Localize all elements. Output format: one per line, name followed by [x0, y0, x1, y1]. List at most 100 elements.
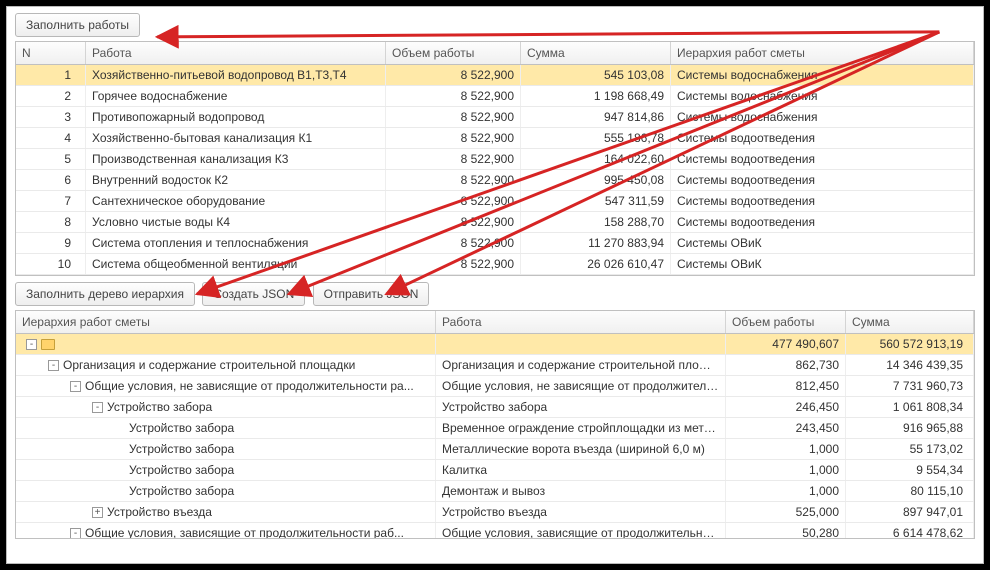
cell-n: 8 — [16, 212, 86, 232]
cell-hier: Системы водоснабжения — [671, 107, 974, 127]
send-json-button[interactable]: Отправить JSON — [313, 282, 430, 306]
tree-cell-work — [436, 334, 726, 354]
cell-work: Горячее водоснабжение — [86, 86, 386, 106]
cell-work: Система отопления и теплоснабжения — [86, 233, 386, 253]
table-row[interactable]: 1Хозяйственно-питьевой водопровод В1,Т3,… — [16, 65, 974, 86]
tree-cell-hier: -Устройство забора — [16, 397, 436, 417]
tree-grid: Иерархия работ сметы Работа Объем работы… — [15, 310, 975, 539]
cell-volume: 8 522,900 — [386, 149, 521, 169]
table-row[interactable]: 3Противопожарный водопровод8 522,900947 … — [16, 107, 974, 128]
cell-n: 6 — [16, 170, 86, 190]
tree-row[interactable]: Устройство забораКалитка1,0009 554,34 — [16, 460, 974, 481]
cell-sum: 555 186,78 — [521, 128, 671, 148]
col-work[interactable]: Работа — [86, 42, 386, 64]
table-row[interactable]: 6Внутренний водосток К28 522,900995 450,… — [16, 170, 974, 191]
cell-work: Противопожарный водопровод — [86, 107, 386, 127]
col-sum[interactable]: Сумма — [521, 42, 671, 64]
treecol-work[interactable]: Работа — [436, 311, 726, 333]
tree-cell-sum: 916 965,88 — [846, 418, 974, 438]
table-row[interactable]: 9Система отопления и теплоснабжения8 522… — [16, 233, 974, 254]
works-grid-header: N Работа Объем работы Сумма Иерархия раб… — [16, 42, 974, 65]
tree-cell-work: Устройство забора — [436, 397, 726, 417]
table-row[interactable]: 2Горячее водоснабжение8 522,9001 198 668… — [16, 86, 974, 107]
cell-n: 2 — [16, 86, 86, 106]
tree-row[interactable]: - Общие условия, не зависящие от продолжи… — [16, 376, 974, 397]
cell-n: 9 — [16, 233, 86, 253]
treecol-volume[interactable]: Объем работы — [726, 311, 846, 333]
table-row[interactable]: 7Сантехническое оборудование8 522,900547… — [16, 191, 974, 212]
works-grid-body[interactable]: 1Хозяйственно-питьевой водопровод В1,Т3,… — [16, 65, 974, 275]
tree-cell-sum: 897 947,01 — [846, 502, 974, 522]
tree-cell-volume: 243,450 — [726, 418, 846, 438]
tree-toggle-icon[interactable]: - — [92, 402, 103, 413]
table-row[interactable]: 5Производственная канализация К38 522,90… — [16, 149, 974, 170]
tree-cell-hier: Устройство забора — [16, 418, 436, 438]
col-volume[interactable]: Объем работы — [386, 42, 521, 64]
folder-icon — [41, 339, 55, 350]
tree-grid-header: Иерархия работ сметы Работа Объем работы… — [16, 311, 974, 334]
table-row[interactable]: 8Условно чистые воды К48 522,900158 288,… — [16, 212, 974, 233]
tree-cell-volume: 1,000 — [726, 439, 846, 459]
cell-volume: 8 522,900 — [386, 191, 521, 211]
tree-cell-work: Временное ограждение стройплощадки из ме… — [436, 418, 726, 438]
cell-volume: 8 522,900 — [386, 233, 521, 253]
cell-work: Сантехническое оборудование — [86, 191, 386, 211]
cell-volume: 8 522,900 — [386, 107, 521, 127]
cell-n: 5 — [16, 149, 86, 169]
tree-row[interactable]: Устройство забораДемонтаж и вывоз1,00080… — [16, 481, 974, 502]
treecol-hier[interactable]: Иерархия работ сметы — [16, 311, 436, 333]
cell-sum: 995 450,08 — [521, 170, 671, 190]
app-window: Заполнить работы N Работа Объем работы С… — [6, 6, 984, 564]
cell-hier: Системы ОВиК — [671, 233, 974, 253]
tree-row[interactable]: -Организация и содержание строительной п… — [16, 355, 974, 376]
cell-hier: Системы водоотведения — [671, 191, 974, 211]
tree-cell-sum: 80 115,10 — [846, 481, 974, 501]
tree-cell-sum: 1 061 808,34 — [846, 397, 974, 417]
fill-works-button[interactable]: Заполнить работы — [15, 13, 140, 37]
tree-cell-work: Демонтаж и вывоз — [436, 481, 726, 501]
tree-cell-work: Общие условия, не зависящие от продолжит… — [436, 376, 726, 396]
tree-cell-volume: 477 490,607 — [726, 334, 846, 354]
treecol-sum[interactable]: Сумма — [846, 311, 974, 333]
cell-hier: Системы водоснабжения — [671, 65, 974, 85]
tree-grid-body[interactable]: - 477 490,607560 572 913,19-Организация и… — [16, 334, 974, 538]
tree-toggle-icon[interactable]: - — [70, 528, 81, 539]
tree-row[interactable]: - 477 490,607560 572 913,19 — [16, 334, 974, 355]
col-hierarchy[interactable]: Иерархия работ сметы — [671, 42, 974, 64]
tree-cell-hier: - — [16, 334, 436, 354]
tree-row[interactable]: +Устройство въездаУстройство въезда525,0… — [16, 502, 974, 523]
tree-toggle-icon[interactable]: + — [92, 507, 103, 518]
create-json-button[interactable]: Создать JSON — [202, 282, 305, 306]
tree-cell-hier: Устройство забора — [16, 439, 436, 459]
cell-work: Внутренний водосток К2 — [86, 170, 386, 190]
tree-toggle-icon[interactable]: - — [70, 381, 81, 392]
tree-cell-volume: 246,450 — [726, 397, 846, 417]
tree-cell-hier: +Устройство въезда — [16, 502, 436, 522]
cell-hier: Системы водоотведения — [671, 212, 974, 232]
table-row[interactable]: 10Система общеобменной вентиляции8 522,9… — [16, 254, 974, 275]
tree-cell-sum: 560 572 913,19 — [846, 334, 974, 354]
tree-cell-hier: Устройство забора — [16, 481, 436, 501]
cell-hier: Системы водоотведения — [671, 149, 974, 169]
tree-cell-hier: -Общие условия, зависящие от продолжител… — [16, 523, 436, 538]
top-toolbar: Заполнить работы — [7, 7, 983, 41]
fill-tree-button[interactable]: Заполнить дерево иерархия — [15, 282, 195, 306]
tree-cell-volume: 1,000 — [726, 481, 846, 501]
tree-row[interactable]: Устройство забораВременное ограждение ст… — [16, 418, 974, 439]
tree-cell-volume: 862,730 — [726, 355, 846, 375]
tree-cell-sum: 9 554,34 — [846, 460, 974, 480]
tree-cell-work: Металлические ворота въезда (шириной 6,0… — [436, 439, 726, 459]
tree-row[interactable]: -Общие условия, зависящие от продолжител… — [16, 523, 974, 538]
tree-toggle-icon[interactable]: - — [26, 339, 37, 350]
tree-cell-volume: 50,280 — [726, 523, 846, 538]
cell-n: 3 — [16, 107, 86, 127]
col-n[interactable]: N — [16, 42, 86, 64]
tree-cell-volume: 1,000 — [726, 460, 846, 480]
cell-volume: 8 522,900 — [386, 170, 521, 190]
tree-toggle-icon[interactable]: - — [48, 360, 59, 371]
tree-cell-volume: 812,450 — [726, 376, 846, 396]
table-row[interactable]: 4Хозяйственно-бытовая канализация К18 52… — [16, 128, 974, 149]
tree-row[interactable]: -Устройство забораУстройство забора246,4… — [16, 397, 974, 418]
tree-row[interactable]: Устройство забораМеталлические ворота въ… — [16, 439, 974, 460]
tree-cell-sum: 55 173,02 — [846, 439, 974, 459]
